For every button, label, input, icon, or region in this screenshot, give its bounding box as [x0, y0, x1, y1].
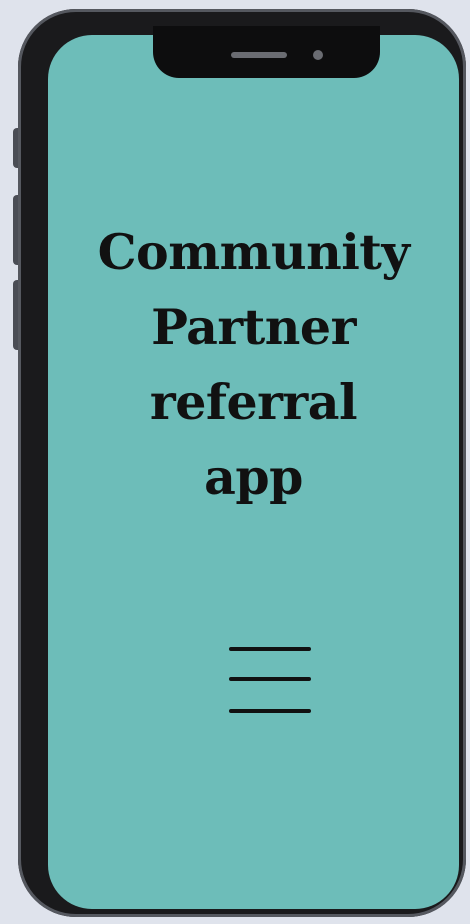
menu-line	[229, 709, 311, 713]
speaker-grille	[231, 52, 287, 58]
menu-line	[229, 677, 311, 681]
phone-frame: Community Partner referral app	[18, 9, 466, 917]
page-canvas: Community Partner referral app	[0, 0, 470, 924]
front-camera	[313, 50, 323, 60]
app-title-line: app	[204, 448, 303, 506]
menu-line	[229, 647, 311, 651]
hamburger-menu-icon[interactable]	[228, 625, 314, 713]
app-title-line: Community	[97, 223, 410, 281]
phone-notch	[153, 26, 380, 78]
app-title-line: Partner	[151, 298, 356, 356]
app-title-line: referral	[149, 373, 358, 431]
app-title: Community Partner referral app	[48, 215, 459, 515]
phone-screen: Community Partner referral app	[48, 35, 459, 909]
